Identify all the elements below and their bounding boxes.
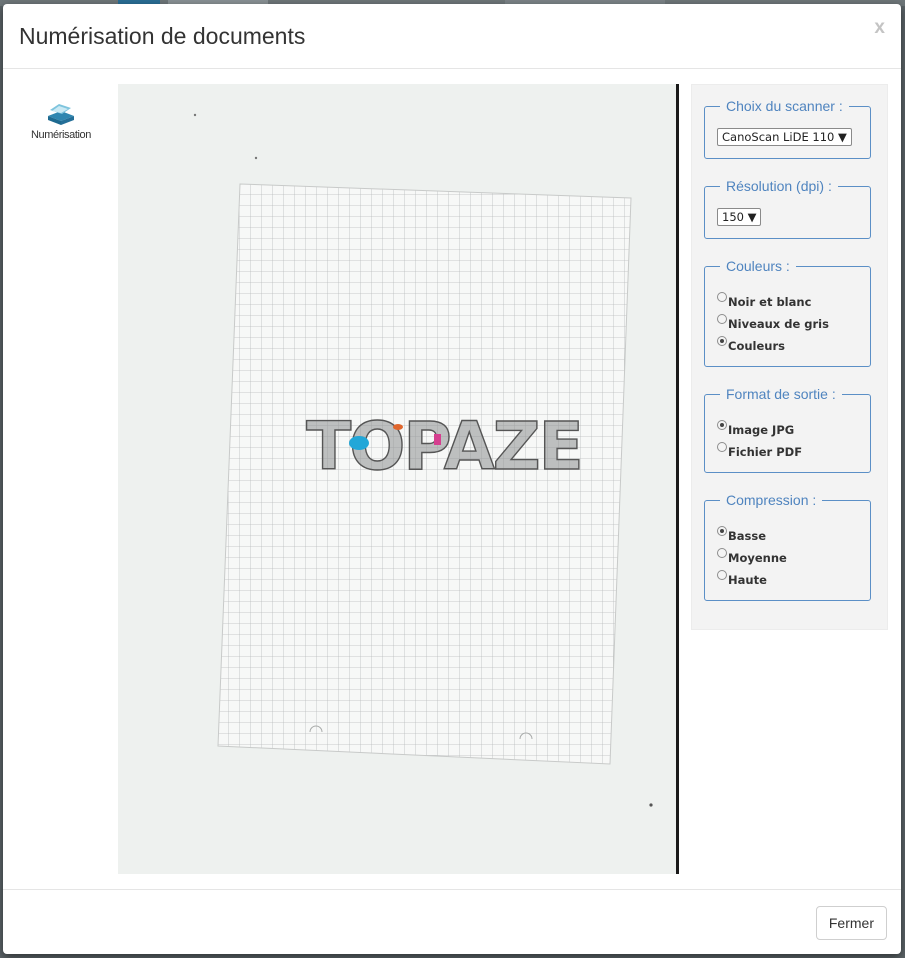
scanner-group: Choix du scanner : CanoScan LiDE 110 ▼ — [704, 96, 871, 159]
color-mode-group: Couleurs : Noir et blanc Niveaux de gris… — [704, 256, 871, 367]
compression-group: Compression : Basse Moyenne Haute — [704, 490, 871, 601]
resolution-group: Résolution (dpi) : 150 ▼ — [704, 176, 871, 239]
radio-label: Fichier PDF — [728, 445, 803, 459]
radio-compression-medium[interactable]: Moyenne — [717, 548, 787, 569]
scan-dialog: Numérisation de documents x Numérisation — [3, 4, 901, 954]
radio-pdf[interactable]: Fichier PDF — [717, 442, 803, 463]
dialog-title: Numérisation de documents — [19, 23, 306, 49]
close-icon[interactable]: x — [874, 18, 885, 38]
radio-color[interactable]: Couleurs — [717, 336, 785, 357]
radio-label: Basse — [728, 529, 767, 543]
scan-tool-button[interactable]: Numérisation — [25, 102, 97, 141]
output-format-legend: Format de sortie : — [720, 384, 842, 404]
scan-preview: TOPAZE — [118, 84, 679, 874]
radio-compression-low[interactable]: Basse — [717, 526, 767, 547]
radio-grayscale[interactable]: Niveaux de gris — [717, 314, 829, 335]
document-handwriting: TOPAZE — [306, 408, 581, 485]
radio-button-selected-icon[interactable] — [717, 336, 727, 346]
close-button[interactable]: Fermer — [815, 906, 887, 940]
radio-label: Noir et blanc — [728, 295, 812, 309]
scanner-legend: Choix du scanner : — [720, 96, 849, 116]
scanner-select[interactable]: CanoScan LiDE 110 ▼ — [717, 128, 852, 146]
radio-label: Image JPG — [728, 423, 795, 437]
radio-button-icon[interactable] — [717, 314, 727, 324]
radio-button-selected-icon[interactable] — [717, 526, 727, 536]
radio-black-white[interactable]: Noir et blanc — [717, 292, 812, 313]
radio-button-icon[interactable] — [717, 292, 727, 302]
scan-settings-panel: Choix du scanner : CanoScan LiDE 110 ▼ R… — [691, 84, 888, 630]
radio-compression-high[interactable]: Haute — [717, 570, 767, 591]
radio-jpg[interactable]: Image JPG — [717, 420, 795, 441]
radio-label: Haute — [728, 573, 767, 587]
compression-legend: Compression : — [720, 490, 823, 510]
radio-button-icon[interactable] — [717, 548, 727, 558]
output-format-group: Format de sortie : Image JPG Fichier PDF — [704, 384, 871, 473]
dialog-footer: Fermer — [3, 889, 901, 955]
color-mode-legend: Couleurs : — [720, 256, 796, 276]
scanned-page-image: TOPAZE — [118, 84, 676, 874]
scan-tool-label: Numérisation — [30, 129, 91, 141]
resolution-select[interactable]: 150 ▼ — [717, 208, 762, 226]
radio-label: Niveaux de gris — [728, 317, 829, 331]
radio-button-icon[interactable] — [717, 442, 727, 452]
radio-label: Moyenne — [728, 551, 787, 565]
resolution-legend: Résolution (dpi) : — [720, 176, 838, 196]
radio-button-selected-icon[interactable] — [717, 420, 727, 430]
dialog-header: Numérisation de documents x — [3, 4, 901, 69]
radio-label: Couleurs — [728, 339, 785, 353]
radio-button-icon[interactable] — [717, 570, 727, 580]
scanner-icon — [48, 104, 74, 125]
